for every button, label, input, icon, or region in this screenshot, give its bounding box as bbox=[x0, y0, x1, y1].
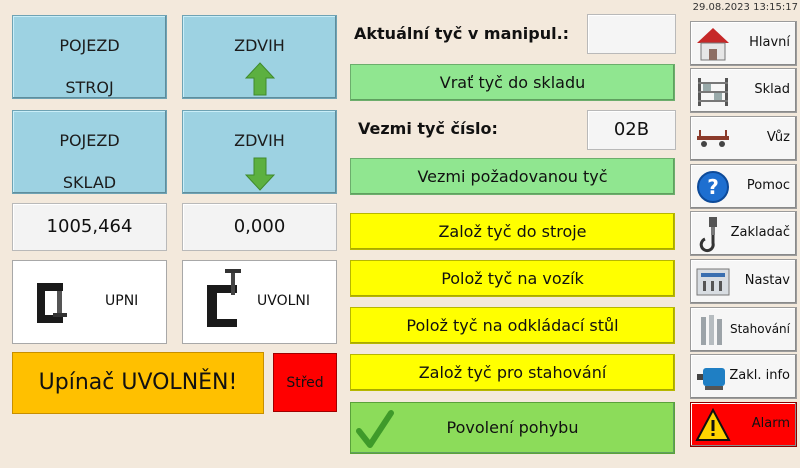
nav-alarm-label: Alarm bbox=[751, 416, 790, 431]
cart-icon bbox=[697, 130, 729, 147]
zdvih-up-label: ZDVIH bbox=[234, 36, 285, 55]
upni-button[interactable]: UPNI bbox=[12, 260, 167, 344]
warning-icon bbox=[695, 407, 731, 441]
arrow-up-icon bbox=[244, 62, 275, 96]
nav-zakladac-label: Zakladač bbox=[730, 225, 790, 240]
pojezd-sklad-button[interactable]: POJEZD SKLAD bbox=[12, 110, 167, 194]
pojezd-stroj-button[interactable]: POJEZD STROJ bbox=[12, 15, 167, 99]
settings-panel-icon bbox=[696, 268, 730, 296]
svg-text:?: ? bbox=[707, 175, 719, 199]
place-bar-on-cart-button[interactable]: Polož tyč na vozík bbox=[350, 260, 675, 297]
upni-label: UPNI bbox=[105, 293, 139, 309]
datetime-display: 29.08.2023 13:15:17 bbox=[692, 2, 798, 13]
nav-nastav-button[interactable]: Nastav bbox=[690, 259, 797, 304]
nav-zakl-info-label: Zakl. info bbox=[729, 368, 790, 383]
load-bar-for-pulling-button[interactable]: Založ tyč pro stahování bbox=[350, 354, 675, 391]
take-bar-field[interactable]: 02B bbox=[587, 110, 676, 150]
pulling-icon bbox=[701, 315, 722, 345]
return-bar-button[interactable]: Vrať tyč do skladu bbox=[350, 64, 675, 101]
clamp-closed-icon bbox=[37, 283, 67, 323]
zdvih-down-button[interactable]: ZDVIH bbox=[182, 110, 337, 194]
motion-enable-button[interactable]: Povolení pohybu bbox=[350, 402, 675, 454]
zdvih-down-label: ZDVIH bbox=[234, 131, 285, 150]
position-display: 1005,464 bbox=[12, 203, 167, 251]
motor-icon bbox=[697, 368, 725, 390]
pojezd-sklad-line1: POJEZD bbox=[59, 131, 120, 150]
nav-zakl-info-button[interactable]: Zakl. info bbox=[690, 354, 797, 399]
nav-vuz-label: Vůz bbox=[766, 130, 790, 145]
stred-button[interactable]: Střed bbox=[273, 353, 337, 412]
place-bar-on-table-button[interactable]: Polož tyč na odkládací stůl bbox=[350, 307, 675, 344]
lift-display: 0,000 bbox=[182, 203, 337, 251]
nav-stahovani-label: Stahování bbox=[729, 322, 790, 336]
crane-hook-icon bbox=[699, 217, 717, 253]
nav-hlavni-label: Hlavní bbox=[749, 35, 790, 50]
zdvih-up-button[interactable]: ZDVIH bbox=[182, 15, 337, 99]
clamp-status-banner: Upínač UVOLNĚN! bbox=[12, 352, 264, 414]
take-requested-bar-button[interactable]: Vezmi požadovanou tyč bbox=[350, 158, 675, 195]
uvolni-button[interactable]: UVOLNI bbox=[182, 260, 337, 344]
house-icon bbox=[697, 28, 729, 61]
pojezd-stroj-line2: STROJ bbox=[65, 78, 114, 97]
nav-vuz-button[interactable]: Vůz bbox=[690, 116, 797, 161]
nav-pomoc-label: Pomoc bbox=[746, 178, 790, 193]
nav-zakladac-button[interactable]: Zakladač bbox=[690, 211, 797, 256]
motion-enable-label: Povolení pohybu bbox=[446, 418, 579, 437]
nav-stahovani-button[interactable]: Stahování bbox=[690, 307, 797, 352]
clamp-open-icon bbox=[207, 269, 241, 327]
pojezd-stroj-line1: POJEZD bbox=[59, 36, 120, 55]
nav-sklad-button[interactable]: Sklad bbox=[690, 68, 797, 113]
current-bar-field bbox=[587, 14, 676, 54]
nav-alarm-button[interactable]: Alarm bbox=[690, 402, 797, 447]
nav-nastav-label: Nastav bbox=[744, 273, 790, 288]
nav-sklad-label: Sklad bbox=[754, 82, 790, 97]
nav-hlavni-button[interactable]: Hlavní bbox=[690, 21, 797, 66]
arrow-down-icon bbox=[244, 157, 275, 191]
help-icon: ? bbox=[697, 171, 729, 203]
uvolni-label: UVOLNI bbox=[257, 293, 310, 309]
take-bar-label: Vezmi tyč číslo: bbox=[358, 119, 498, 138]
load-bar-to-machine-button[interactable]: Založ tyč do stroje bbox=[350, 213, 675, 250]
warehouse-rack-icon bbox=[698, 78, 728, 106]
current-bar-label: Aktuální tyč v manipul.: bbox=[354, 24, 570, 43]
nav-pomoc-button[interactable]: ? Pomoc bbox=[690, 164, 797, 209]
pojezd-sklad-line2: SKLAD bbox=[62, 173, 117, 192]
